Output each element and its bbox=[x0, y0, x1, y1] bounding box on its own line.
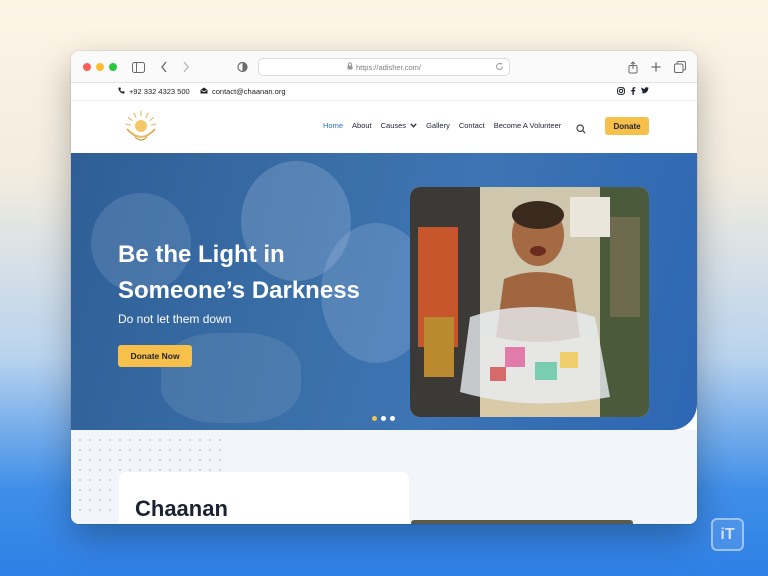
chaanan-logo[interactable] bbox=[123, 107, 159, 147]
lock-icon bbox=[347, 62, 353, 72]
hero-slider-dots bbox=[372, 416, 395, 421]
sidebar-icon[interactable] bbox=[132, 59, 145, 75]
reload-icon[interactable] bbox=[495, 62, 504, 73]
nav-become-volunteer[interactable]: Become A Volunteer bbox=[494, 121, 562, 130]
tabs-overview-icon[interactable] bbox=[674, 59, 686, 75]
share-icon[interactable] bbox=[628, 59, 638, 75]
hero-subtitle: Do not let them down bbox=[118, 312, 232, 326]
privacy-shield-icon[interactable] bbox=[237, 59, 248, 75]
slider-dot-3[interactable] bbox=[390, 416, 395, 421]
hero-section: Be the Light in Someone’s Darkness Do no… bbox=[71, 153, 697, 430]
phone-icon bbox=[118, 87, 125, 96]
hero-title-line-2: Someone’s Darkness bbox=[118, 277, 360, 304]
chevron-down-icon bbox=[410, 121, 417, 130]
about-card: Chaanan bbox=[119, 472, 409, 524]
nav-about[interactable]: About bbox=[352, 121, 372, 130]
url-text: https://adisher.com/ bbox=[355, 62, 422, 72]
about-title: Chaanan bbox=[135, 496, 228, 521]
zoom-window-button[interactable] bbox=[109, 63, 117, 71]
browser-window: https://adisher.com/ +92 332 4323 500 co… bbox=[71, 51, 697, 524]
nav-causes-label: Causes bbox=[380, 121, 407, 130]
contact-bar: +92 332 4323 500 contact@chaanan.org bbox=[71, 83, 697, 101]
watermark-logo: iT bbox=[711, 518, 744, 551]
twitter-icon[interactable] bbox=[641, 87, 649, 97]
mail-icon bbox=[200, 87, 208, 96]
forward-icon[interactable] bbox=[182, 59, 190, 75]
about-image-top bbox=[411, 520, 633, 524]
about-section: Chaanan bbox=[71, 430, 697, 524]
social-links bbox=[617, 87, 649, 97]
close-window-button[interactable] bbox=[83, 63, 91, 71]
hero-title: Be the Light in Someone’s Darkness bbox=[118, 237, 388, 309]
back-icon[interactable] bbox=[160, 59, 168, 75]
donate-now-button[interactable]: Donate Now bbox=[118, 345, 192, 367]
hero-photo-child bbox=[410, 187, 649, 417]
donate-button[interactable]: Donate bbox=[605, 117, 649, 135]
phone-text: +92 332 4323 500 bbox=[129, 87, 190, 96]
nav-causes[interactable]: Causes bbox=[381, 121, 417, 130]
hero-title-line-1: Be the Light in bbox=[118, 241, 285, 268]
new-tab-icon[interactable] bbox=[651, 59, 661, 75]
instagram-icon[interactable] bbox=[617, 87, 625, 97]
site-header: Home About Causes Gallery Contact Become… bbox=[71, 101, 697, 153]
browser-toolbar: https://adisher.com/ bbox=[71, 51, 697, 83]
slider-dot-2[interactable] bbox=[381, 416, 386, 421]
minimize-window-button[interactable] bbox=[96, 63, 104, 71]
main-nav: Home About Causes Gallery Contact Become… bbox=[323, 121, 561, 130]
facebook-icon[interactable] bbox=[630, 87, 636, 97]
nav-home[interactable]: Home bbox=[323, 121, 343, 130]
email-contact[interactable]: contact@chaanan.org bbox=[200, 87, 286, 96]
search-icon[interactable] bbox=[576, 121, 586, 139]
phone-contact[interactable]: +92 332 4323 500 bbox=[118, 87, 190, 96]
email-text: contact@chaanan.org bbox=[212, 87, 286, 96]
slider-dot-1[interactable] bbox=[372, 416, 377, 421]
nav-contact[interactable]: Contact bbox=[459, 121, 485, 130]
nav-gallery[interactable]: Gallery bbox=[426, 121, 450, 130]
address-bar[interactable]: https://adisher.com/ bbox=[258, 58, 510, 76]
